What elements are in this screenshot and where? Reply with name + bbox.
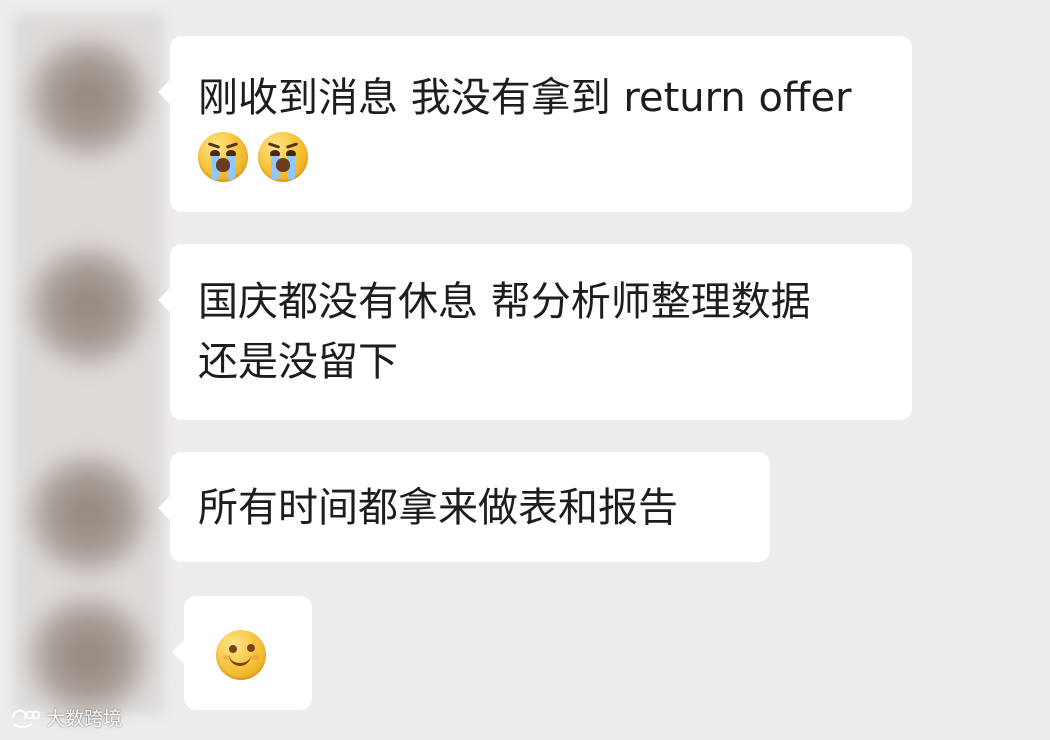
watermark: 大数跨境 — [10, 704, 122, 731]
message-text-1: 刚收到消息 我没有拿到 return offer — [198, 75, 852, 121]
emoji-row — [198, 132, 308, 182]
crying-face-icon — [198, 132, 248, 182]
message-bubble-3[interactable]: 所有时间都拿来做表和报告 — [158, 452, 770, 562]
message-bubble-4-emoji[interactable] — [172, 596, 312, 710]
message-text-2-line-1: 国庆都没有休息 帮分析师整理数据 — [198, 279, 811, 325]
message-text-3: 所有时间都拿来做表和报告 — [198, 485, 678, 531]
crying-face-icon — [258, 132, 308, 182]
watermark-text: 大数跨境 — [46, 709, 123, 730]
avatar[interactable] — [28, 38, 148, 158]
avatar[interactable] — [28, 596, 148, 716]
brand-logo-icon — [10, 706, 40, 730]
avatar[interactable] — [28, 454, 148, 574]
message-bubble-1[interactable]: 刚收到消息 我没有拿到 return offer — [158, 36, 912, 212]
message-text-2-line-2: 还是没留下 — [198, 339, 398, 385]
smiling-face-icon — [216, 630, 266, 680]
avatar[interactable] — [28, 246, 148, 366]
message-bubble-2[interactable]: 国庆都没有休息 帮分析师整理数据 还是没留下 — [158, 244, 912, 420]
